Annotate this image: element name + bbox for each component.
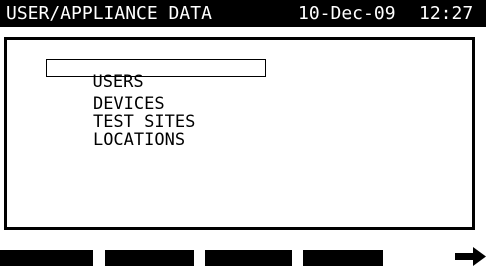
softkey-f2[interactable]: [105, 250, 194, 266]
softkey-f4[interactable]: [303, 250, 383, 266]
menu-item-label: USERS: [92, 72, 144, 92]
menu-item-label: DEVICES: [92, 94, 165, 114]
right-arrow-icon[interactable]: [455, 247, 486, 266]
softkey-f1[interactable]: [0, 250, 93, 266]
menu-list: USERS DEVICES TEST SITES LOCATIONS: [46, 59, 266, 149]
menu-item-label: TEST SITES: [92, 112, 196, 132]
screen-title: USER/APPLIANCE DATA: [6, 3, 212, 24]
softkey-bar: [0, 250, 486, 266]
time-display: 12:27: [419, 3, 474, 24]
menu-item-label: LOCATIONS: [92, 130, 186, 150]
title-bar: USER/APPLIANCE DATA 10-Dec-09 12:27: [0, 0, 486, 27]
menu-item-users[interactable]: USERS: [46, 59, 266, 91]
date-display: 10-Dec-09: [298, 3, 396, 24]
softkey-f3[interactable]: [205, 250, 292, 266]
